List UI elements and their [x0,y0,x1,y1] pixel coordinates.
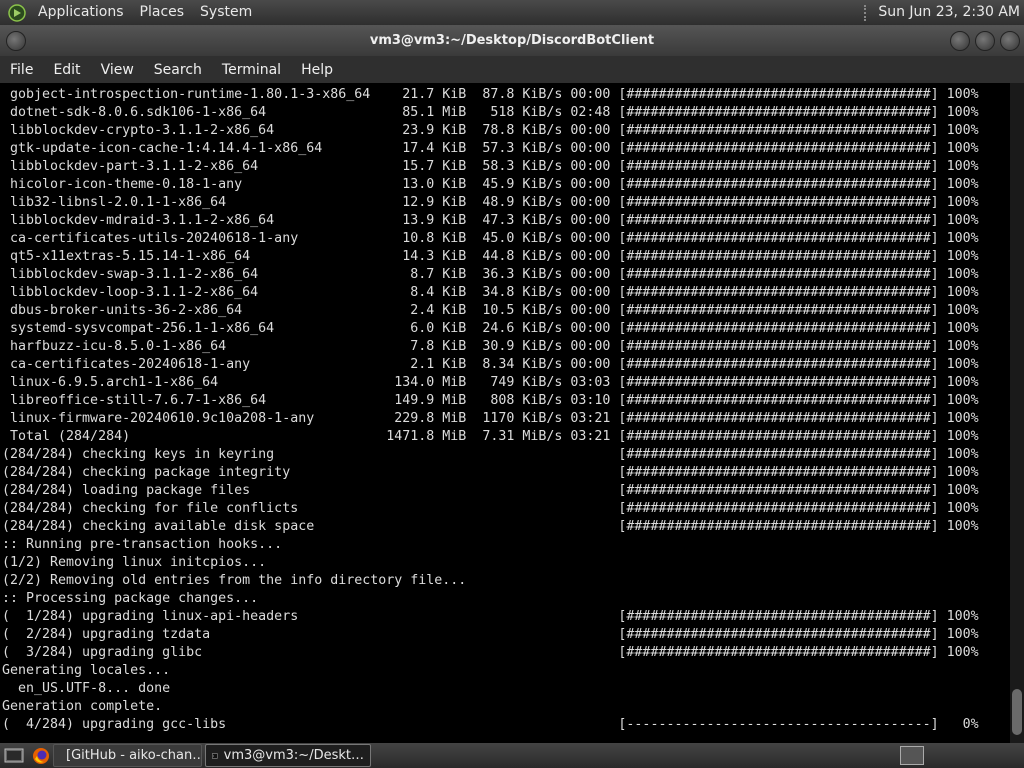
clock[interactable]: Sun Jun 23, 2:30 AM [878,0,1020,25]
terminal-line: linux-6.9.5.arch1-1-x86_64 134.0 MiB 749… [2,375,979,390]
terminal-line: ( 3/284) upgrading glibc [##############… [2,645,979,660]
terminal-line: systemd-sysvcompat-256.1-1-x86_64 6.0 Ki… [2,321,979,336]
terminal-line: harfbuzz-icu-8.5.0-1-x86_64 7.8 KiB 30.9… [2,339,979,354]
menu-view[interactable]: View [91,62,144,78]
terminal-line: (284/284) loading package files [#######… [2,483,979,498]
terminal-line: libblockdev-mdraid-3.1.1-2-x86_64 13.9 K… [2,213,979,228]
terminal-line: Generation complete. [2,699,163,714]
terminal-line: :: Processing package changes... [2,591,259,606]
menu-edit[interactable]: Edit [43,62,90,78]
terminal-line: (2/2) Removing old entries from the info… [2,573,467,588]
terminal-line: ca-certificates-utils-20240618-1-any 10.… [2,231,979,246]
taskbar: [GitHub - aiko-chan… vm3@vm3:~/Deskt… [0,743,1024,768]
menu-terminal[interactable]: Terminal [212,62,291,78]
window-menu-icon[interactable] [6,31,26,51]
terminal-line: dbus-broker-units-36-2-x86_64 2.4 KiB 10… [2,303,979,318]
terminal-line: (284/284) checking available disk space … [2,519,979,534]
menu-search[interactable]: Search [144,62,212,78]
terminal-line: Generating locales... [2,663,171,678]
terminal-line: libblockdev-swap-3.1.1-2-x86_64 8.7 KiB … [2,267,979,282]
terminal-scrollbar[interactable] [1010,83,1024,743]
terminal-output: gobject-introspection-runtime-1.80.1-3-x… [0,83,1010,734]
menubar: File Edit View Search Terminal Help [0,56,1024,83]
menu-file[interactable]: File [0,62,43,78]
clock-area: Sun Jun 23, 2:30 AM [864,0,1020,25]
maximize-icon[interactable] [975,31,995,51]
window-title: vm3@vm3:~/Desktop/DiscordBotClient [369,33,655,48]
workspace-switcher[interactable] [900,746,924,765]
panel-separator [864,4,872,21]
terminal-line: libblockdev-crypto-3.1.1-2-x86_64 23.9 K… [2,123,979,138]
scrollbar-thumb[interactable] [1012,689,1022,735]
terminal-line: Total (284/284) 1471.8 MiB 7.31 MiB/s 03… [2,429,979,444]
terminal-line: ( 4/284) upgrading gcc-libs [-----------… [2,717,979,732]
task-label: [GitHub - aiko-chan… [66,748,202,763]
menu-help[interactable]: Help [291,62,343,78]
terminal-line: libreoffice-still-7.6.7-1-x86_64 149.9 M… [2,393,979,408]
terminal-line: ( 2/284) upgrading tzdata [#############… [2,627,979,642]
minimize-icon[interactable] [950,31,970,51]
terminal-line: (284/284) checking keys in keyring [####… [2,447,979,462]
terminal-area[interactable]: gobject-introspection-runtime-1.80.1-3-x… [0,83,1010,743]
window-titlebar[interactable]: vm3@vm3:~/Desktop/DiscordBotClient [0,25,1024,56]
distro-logo-icon[interactable] [8,3,26,22]
top-panel: Applications Places System Sun Jun 23, 2… [0,0,1024,25]
terminal-line: lib32-libnsl-2.0.1-1-x86_64 12.9 KiB 48.… [2,195,979,210]
places-menu[interactable]: Places [132,0,193,25]
terminal-line: (284/284) checking for file conflicts [#… [2,501,979,516]
terminal-line: qt5-x11extras-5.15.14-1-x86_64 14.3 KiB … [2,249,979,264]
show-desktop-icon[interactable] [4,747,24,765]
task-terminal[interactable]: vm3@vm3:~/Deskt… [205,744,371,767]
task-github-browser[interactable]: [GitHub - aiko-chan… [53,744,202,767]
close-icon[interactable] [1000,31,1020,51]
terminal-line: dotnet-sdk-8.0.6.sdk106-1-x86_64 85.1 Mi… [2,105,979,120]
firefox-icon[interactable] [32,747,50,765]
task-label: vm3@vm3:~/Deskt… [223,748,364,763]
terminal-line: linux-firmware-20240610.9c10a208-1-any 2… [2,411,979,426]
terminal-line: ca-certificates-20240618-1-any 2.1 KiB 8… [2,357,979,372]
terminal-line: :: Running pre-transaction hooks... [2,537,283,552]
terminal-line: gtk-update-icon-cache-1:4.14.4-1-x86_64 … [2,141,979,156]
applications-menu[interactable]: Applications [30,0,132,25]
terminal-line: gobject-introspection-runtime-1.80.1-3-x… [2,87,979,102]
terminal-line: en_US.UTF-8... done [2,681,171,696]
terminal-line: (1/2) Removing linux initcpios... [2,555,267,570]
terminal-line: (284/284) checking package integrity [##… [2,465,979,480]
terminal-line: hicolor-icon-theme-0.18-1-any 13.0 KiB 4… [2,177,979,192]
terminal-line: libblockdev-loop-3.1.1-2-x86_64 8.4 KiB … [2,285,979,300]
terminal-line: ( 1/284) upgrading linux-api-headers [##… [2,609,979,624]
terminal-line: libblockdev-part-3.1.1-2-x86_64 15.7 KiB… [2,159,979,174]
system-menu[interactable]: System [192,0,260,25]
terminal-icon [212,753,218,758]
